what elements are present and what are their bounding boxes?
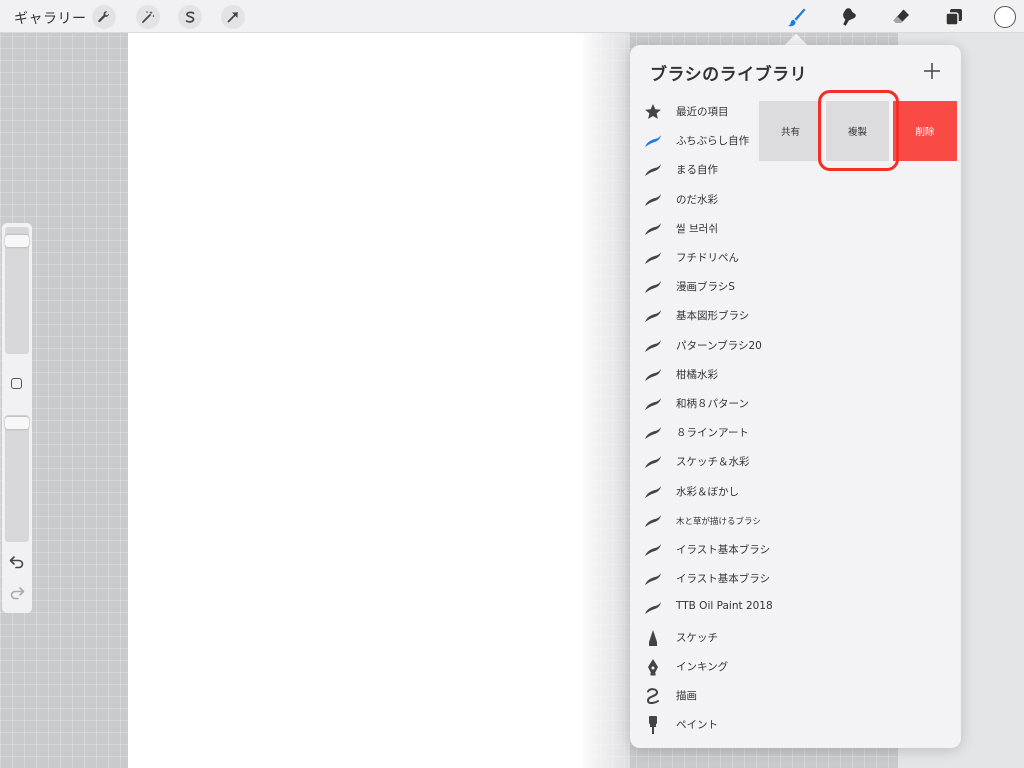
- brush-set-label: 柑橘水彩: [676, 368, 718, 381]
- brush-set-label: まる自作: [676, 164, 718, 177]
- brush-set-label: インキング: [676, 660, 729, 673]
- brush-stroke-icon: [642, 247, 664, 269]
- brush-set-label: イラスト基本ブラシ: [676, 573, 771, 586]
- brush-stroke-icon: [642, 218, 664, 240]
- brush-stroke-icon: [642, 364, 664, 386]
- duplicate-highlight-annotation: [818, 90, 899, 171]
- brush-set-item[interactable]: 柑橘水彩: [630, 360, 961, 389]
- drawing-canvas[interactable]: [128, 33, 583, 768]
- add-brush-set-icon[interactable]: [923, 62, 941, 80]
- gallery-button[interactable]: ギャラリー: [14, 8, 87, 28]
- opacity-thumb[interactable]: [5, 417, 29, 430]
- paint-brush-icon: [642, 714, 664, 736]
- redo-icon[interactable]: [9, 586, 25, 600]
- smudge-icon[interactable]: [836, 4, 862, 30]
- brush-set-item[interactable]: 水彩＆ぼかし: [630, 477, 961, 506]
- brush-stroke-icon: [642, 510, 664, 532]
- brush-set-item[interactable]: フチドリペん: [630, 243, 961, 272]
- brush-set-label: TTB Oil Paint 2018: [676, 600, 773, 613]
- share-button[interactable]: 共有: [759, 101, 822, 161]
- brush-stroke-icon: [642, 422, 664, 444]
- brush-set-label: 基本図形ブラシ: [676, 310, 750, 323]
- brush-set-item[interactable]: 基本図形ブラシ: [630, 301, 961, 330]
- brush-set-label: のだ水彩: [676, 193, 718, 206]
- brush-stroke-icon: [642, 451, 664, 473]
- squiggle-icon: [642, 685, 664, 707]
- star-icon: [642, 101, 664, 123]
- color-picker-swatch[interactable]: [994, 6, 1016, 28]
- brush-set-item[interactable]: スケッチ: [630, 623, 961, 652]
- brush-set-item[interactable]: イラスト基本ブラシ: [630, 564, 961, 593]
- brush-set-item[interactable]: インキング: [630, 652, 961, 681]
- brush-stroke-icon: [642, 305, 664, 327]
- brush-set-item[interactable]: スケッチ＆水彩: [630, 447, 961, 476]
- brush-stroke-icon: [642, 393, 664, 415]
- brush-set-label: スケッチ＆水彩: [676, 456, 750, 469]
- transform-arrow-icon[interactable]: [221, 5, 245, 29]
- top-toolbar: ギャラリー: [0, 0, 1024, 33]
- brush-set-label: スケッチ: [676, 631, 718, 644]
- brush-icon[interactable]: [783, 4, 809, 30]
- brush-stroke-icon: [642, 159, 664, 181]
- brush-stroke-icon: [642, 481, 664, 503]
- brush-set-item[interactable]: パターンブラシ20: [630, 331, 961, 360]
- brush-set-label: 木と草が描けるブラシ: [676, 516, 761, 527]
- selection-s-icon[interactable]: [178, 5, 202, 29]
- pencil-tip-icon: [642, 627, 664, 649]
- brush-set-label: 描画: [676, 690, 697, 702]
- brush-set-label: 씰 브러쉬: [676, 222, 718, 235]
- brush-set-item[interactable]: 木と草が描けるブラシ: [630, 506, 961, 535]
- delete-button[interactable]: 削除: [893, 101, 957, 161]
- brush-set-label: フチドリペん: [676, 252, 739, 264]
- brush-stroke-icon: [642, 335, 664, 357]
- layers-icon[interactable]: [941, 4, 967, 30]
- canvas-edge-shadow: [575, 33, 630, 768]
- brush-set-item[interactable]: 和柄８パターン: [630, 389, 961, 418]
- brush-stroke-icon: [642, 276, 664, 298]
- eraser-icon[interactable]: [888, 4, 914, 30]
- brush-set-label: ８ラインアート: [676, 427, 749, 440]
- undo-icon[interactable]: [9, 555, 25, 569]
- brush-set-label: イラスト基本ブラシ: [676, 544, 771, 556]
- opacity-slider[interactable]: [5, 415, 29, 542]
- brush-set-item[interactable]: 漫画ブラシS: [630, 272, 961, 301]
- wrench-icon[interactable]: [92, 5, 116, 29]
- brush-stroke-icon: [642, 539, 664, 561]
- brush-set-label: 水彩＆ぼかし: [676, 485, 739, 498]
- pen-nib-icon: [642, 656, 664, 678]
- brush-set-item[interactable]: ８ラインアート: [630, 418, 961, 447]
- brush-set-label: ふちぶらし自作: [676, 135, 750, 148]
- brush-stroke-icon: [642, 597, 664, 619]
- brush-set-label: 最近の項目: [676, 106, 729, 118]
- left-sidebar: [2, 223, 32, 613]
- modify-button[interactable]: [11, 378, 22, 389]
- brush-stroke-icon: [642, 568, 664, 590]
- brush-size-thumb[interactable]: [5, 235, 29, 248]
- brush-stroke-icon: [642, 189, 664, 211]
- brush-set-item[interactable]: ペイント: [630, 710, 961, 739]
- brush-set-label: 漫画ブラシS: [676, 281, 735, 294]
- brush-set-item[interactable]: TTB Oil Paint 2018: [630, 593, 961, 622]
- brush-set-label: パターンブラシ20: [676, 339, 762, 352]
- brush-set-item[interactable]: 씰 브러쉬: [630, 214, 961, 243]
- brush-library-title: ブラシのライブラリ: [650, 65, 808, 85]
- brush-set-item[interactable]: のだ水彩: [630, 185, 961, 214]
- brush-set-label: ペイント: [676, 719, 718, 732]
- brush-set-item[interactable]: イラスト基本ブラシ: [630, 535, 961, 564]
- magic-wand-icon[interactable]: [136, 5, 160, 29]
- brush-set-item[interactable]: 描画: [630, 681, 961, 710]
- brush-set-label: 和柄８パターン: [676, 398, 749, 410]
- brush-stroke-icon: [642, 130, 664, 152]
